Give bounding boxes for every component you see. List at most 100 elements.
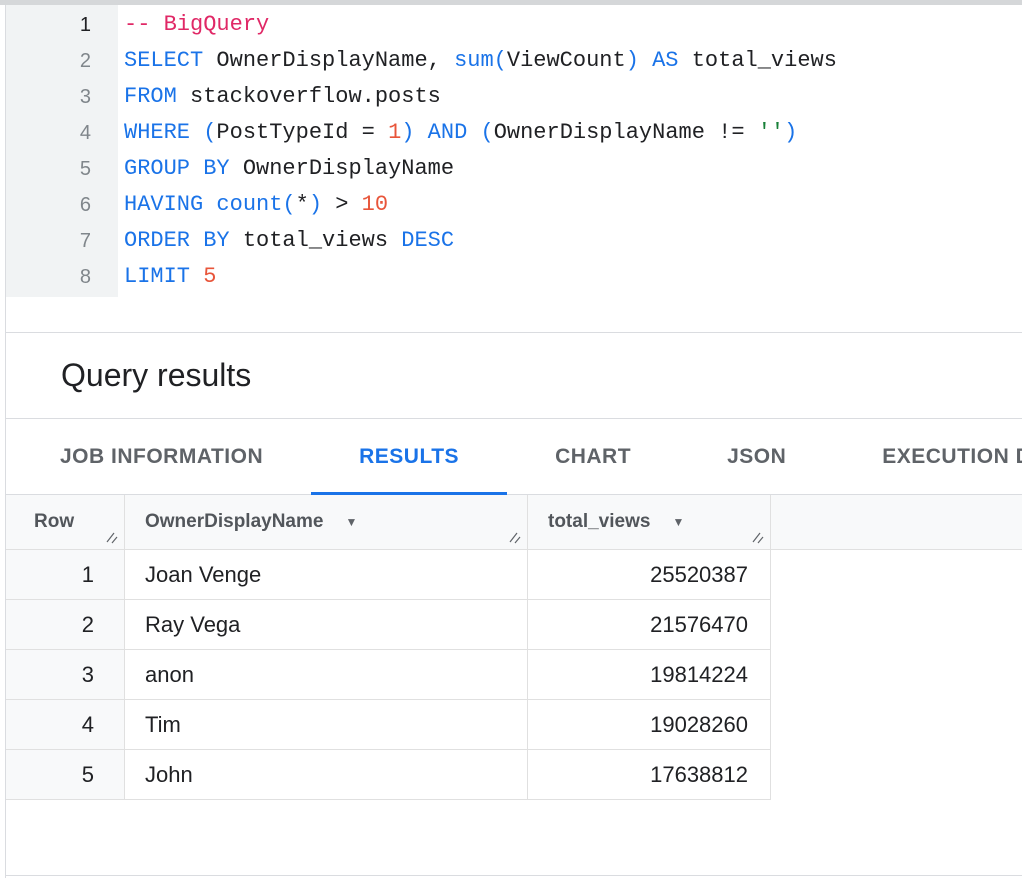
code-line: WHERE (PostTypeId = 1) AND (OwnerDisplay… bbox=[124, 115, 1022, 151]
filler-cell bbox=[771, 750, 1022, 800]
code-line: SELECT OwnerDisplayName, sum(ViewCount) … bbox=[124, 43, 1022, 79]
caret-down-icon[interactable]: ▼ bbox=[345, 515, 357, 529]
sql-token: PostTypeId = bbox=[216, 120, 388, 145]
filler-cell bbox=[771, 650, 1022, 700]
tab-label: JSON bbox=[727, 445, 786, 469]
sql-editor[interactable]: 1 2 3 4 5 6 7 8 -- BigQuery SELECT Owner… bbox=[6, 5, 1022, 333]
sql-token: sum( bbox=[454, 48, 507, 73]
row-number-cell: 2 bbox=[6, 600, 125, 650]
row-number-cell: 4 bbox=[6, 700, 125, 750]
code-line: HAVING count(*) > 10 bbox=[124, 187, 1022, 223]
line-number: 2 bbox=[6, 43, 118, 79]
line-number: 7 bbox=[6, 223, 118, 259]
column-header-label: OwnerDisplayName bbox=[145, 511, 323, 533]
sql-token: ViewCount bbox=[507, 48, 626, 73]
page-title: Query results bbox=[61, 357, 251, 394]
code-line: FROM stackoverflow.posts bbox=[124, 79, 1022, 115]
bigquery-panel: 1 2 3 4 5 6 7 8 -- BigQuery SELECT Owner… bbox=[5, 5, 1022, 878]
sql-token: count( bbox=[216, 192, 295, 217]
tab-label: CHART bbox=[555, 445, 631, 469]
row-number-cell: 5 bbox=[6, 750, 125, 800]
sql-token: SELECT bbox=[124, 48, 203, 73]
line-number: 1 bbox=[6, 7, 118, 43]
column-header-row[interactable]: Row bbox=[6, 495, 125, 550]
results-table: Row OwnerDisplayName ▼ total_views ▼ 1 J… bbox=[6, 495, 1022, 800]
row-number-cell: 3 bbox=[6, 650, 125, 700]
panel-bottom-divider bbox=[6, 875, 1022, 876]
sql-token bbox=[203, 192, 216, 217]
line-number: 3 bbox=[6, 79, 118, 115]
views-cell: 25520387 bbox=[528, 550, 771, 600]
views-cell: 17638812 bbox=[528, 750, 771, 800]
sql-token bbox=[414, 120, 427, 145]
sql-token bbox=[190, 264, 203, 289]
tab-execution-details[interactable]: EXECUTION DETAILS bbox=[834, 419, 1022, 494]
line-number-gutter: 1 2 3 4 5 6 7 8 bbox=[6, 5, 118, 297]
sql-token: DESC bbox=[401, 228, 454, 253]
sql-token: HAVING bbox=[124, 192, 203, 217]
sql-token: AS bbox=[652, 48, 678, 73]
line-number: 4 bbox=[6, 115, 118, 151]
sql-token: -- BigQuery bbox=[124, 12, 269, 37]
column-header-label: total_views bbox=[548, 511, 650, 533]
column-resize-handle-icon[interactable] bbox=[751, 530, 765, 544]
sql-token: AND bbox=[428, 120, 468, 145]
caret-down-icon[interactable]: ▼ bbox=[672, 515, 684, 529]
tab-results[interactable]: RESULTS bbox=[311, 419, 507, 494]
sql-token: GROUP BY bbox=[124, 156, 230, 181]
column-resize-handle-icon[interactable] bbox=[105, 530, 119, 544]
sql-token: 1 bbox=[388, 120, 401, 145]
tab-job-information[interactable]: JOB INFORMATION bbox=[12, 419, 311, 494]
sql-token: * bbox=[296, 192, 309, 217]
column-resize-handle-icon[interactable] bbox=[508, 530, 522, 544]
code-line: ORDER BY total_views DESC bbox=[124, 223, 1022, 259]
column-header-label: Row bbox=[34, 511, 74, 533]
tab-json[interactable]: JSON bbox=[679, 419, 834, 494]
sql-token: OwnerDisplayName, bbox=[203, 48, 454, 73]
sql-token: FROM bbox=[124, 84, 177, 109]
owner-cell: Ray Vega bbox=[125, 600, 528, 650]
sql-token: ) bbox=[401, 120, 414, 145]
filler-cell bbox=[771, 700, 1022, 750]
sql-token: ( bbox=[480, 120, 493, 145]
line-number: 6 bbox=[6, 187, 118, 223]
sql-token bbox=[190, 120, 203, 145]
owner-cell: Joan Venge bbox=[125, 550, 528, 600]
code-line: LIMIT 5 bbox=[124, 259, 1022, 295]
sql-token: ORDER BY bbox=[124, 228, 230, 253]
sql-token: ( bbox=[203, 120, 216, 145]
views-cell: 19028260 bbox=[528, 700, 771, 750]
sql-token bbox=[639, 48, 652, 73]
row-number-cell: 1 bbox=[6, 550, 125, 600]
tab-chart[interactable]: CHART bbox=[507, 419, 679, 494]
sql-token: ) bbox=[626, 48, 639, 73]
code-line: -- BigQuery bbox=[124, 7, 1022, 43]
sql-token: > bbox=[322, 192, 362, 217]
tab-label: RESULTS bbox=[359, 445, 459, 469]
sql-token: stackoverflow.posts bbox=[177, 84, 441, 109]
query-results-header: Query results bbox=[6, 333, 1022, 419]
owner-cell: John bbox=[125, 750, 528, 800]
sql-token: 10 bbox=[362, 192, 388, 217]
sql-token: WHERE bbox=[124, 120, 190, 145]
column-header-total-views[interactable]: total_views ▼ bbox=[528, 495, 771, 550]
views-cell: 19814224 bbox=[528, 650, 771, 700]
sql-token: '' bbox=[758, 120, 784, 145]
results-tab-bar: JOB INFORMATION RESULTS CHART JSON EXECU… bbox=[6, 419, 1022, 495]
sql-token: total_views bbox=[679, 48, 837, 73]
sql-token: ) bbox=[309, 192, 322, 217]
line-number: 8 bbox=[6, 259, 118, 295]
sql-token: 5 bbox=[203, 264, 216, 289]
column-header-ownerdisplayname[interactable]: OwnerDisplayName ▼ bbox=[125, 495, 528, 550]
owner-cell: Tim bbox=[125, 700, 528, 750]
sql-token: OwnerDisplayName bbox=[230, 156, 454, 181]
line-number: 5 bbox=[6, 151, 118, 187]
sql-token: ) bbox=[784, 120, 797, 145]
code-line: GROUP BY OwnerDisplayName bbox=[124, 151, 1022, 187]
column-header-filler bbox=[771, 495, 1022, 550]
filler-cell bbox=[771, 550, 1022, 600]
filler-cell bbox=[771, 600, 1022, 650]
sql-code-area[interactable]: -- BigQuery SELECT OwnerDisplayName, sum… bbox=[118, 5, 1022, 332]
tab-label: JOB INFORMATION bbox=[60, 445, 263, 469]
tab-label: EXECUTION DETAILS bbox=[882, 445, 1022, 469]
